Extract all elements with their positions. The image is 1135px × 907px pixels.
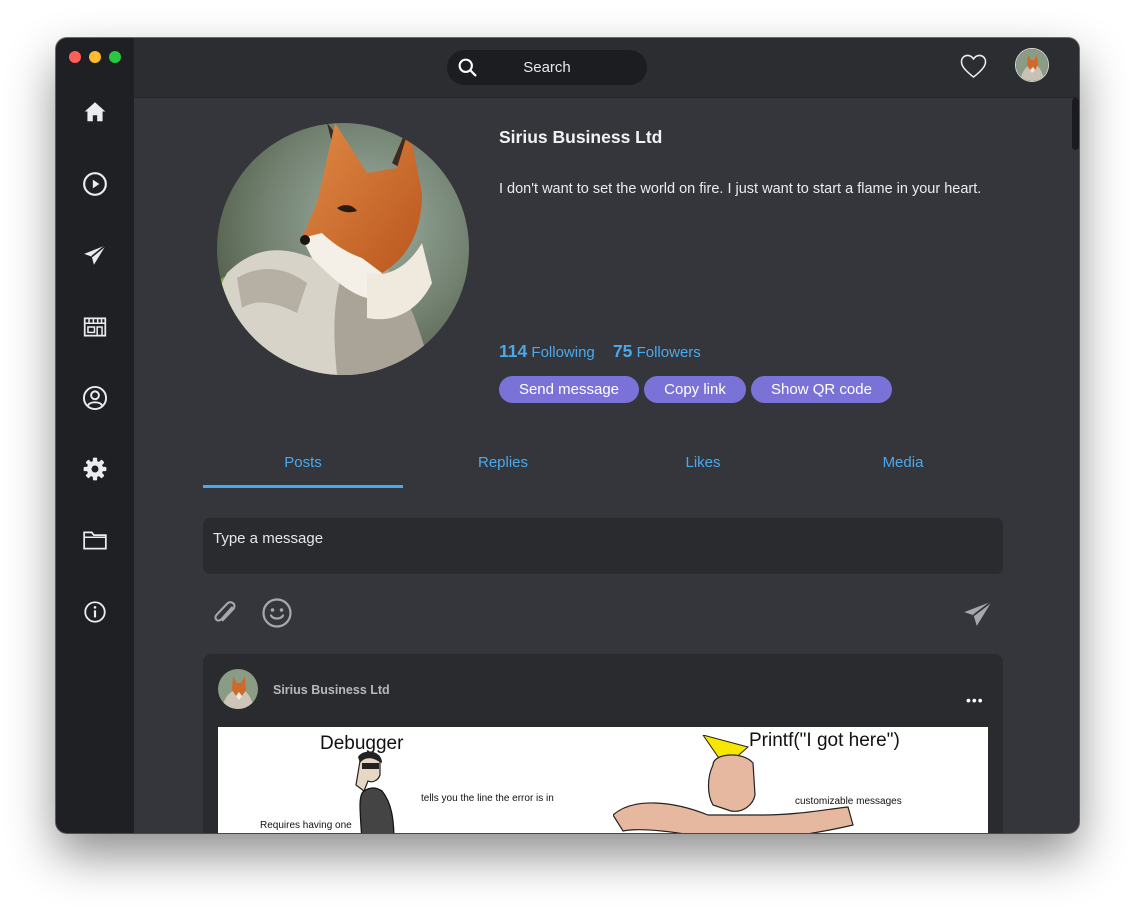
sidebar-item-files[interactable] — [80, 525, 110, 555]
home-icon — [84, 102, 106, 122]
post-author-name[interactable]: Sirius Business Ltd — [273, 683, 390, 697]
profile-name: Sirius Business Ltd — [499, 127, 663, 147]
paperclip-icon[interactable] — [211, 596, 239, 626]
tab-posts[interactable]: Posts — [203, 450, 403, 488]
close-window-button[interactable] — [69, 51, 81, 63]
tab-replies[interactable]: Replies — [403, 450, 603, 488]
scrollbar-thumb[interactable] — [1072, 98, 1079, 150]
copy-link-button[interactable]: Copy link — [644, 376, 746, 403]
meme-printf-figure — [613, 735, 854, 833]
top-bar: Search — [134, 38, 1079, 98]
sidebar-item-store[interactable] — [80, 312, 110, 342]
profile-picture — [217, 123, 469, 375]
sidebar — [56, 38, 134, 833]
sidebar-item-settings[interactable] — [80, 454, 110, 484]
post-image: Debugger Printf("I got here") tells you … — [218, 727, 988, 833]
tab-likes[interactable]: Likes — [603, 450, 803, 488]
followers-label[interactable]: Followers — [637, 344, 701, 361]
post-card: Sirius Business Ltd ••• Debugger Printf(… — [203, 654, 1003, 833]
info-icon — [84, 601, 106, 623]
message-composer[interactable]: Type a message — [203, 518, 1003, 574]
folder-icon — [83, 531, 107, 550]
following-label[interactable]: Following — [531, 344, 594, 361]
tab-media[interactable]: Media — [803, 450, 1003, 488]
paper-plane-icon — [84, 244, 107, 265]
store-icon — [83, 317, 107, 337]
fox-avatar-image — [218, 669, 258, 709]
zoom-window-button[interactable] — [109, 51, 121, 63]
post-more-options-icon[interactable]: ••• — [966, 692, 984, 708]
profile-stats: 114 Following 75 Followers — [499, 341, 701, 362]
search-bar[interactable]: Search — [447, 50, 647, 85]
active-tab-indicator — [203, 485, 403, 488]
sidebar-item-videos[interactable] — [80, 169, 110, 199]
send-icon[interactable] — [962, 599, 994, 629]
gear-icon — [83, 457, 107, 481]
emoji-icon[interactable] — [261, 597, 293, 629]
meme-debugger-figure — [355, 751, 395, 833]
sidebar-item-profile[interactable] — [80, 383, 110, 413]
search-label: Search — [523, 59, 571, 76]
fox-avatar-image — [1016, 49, 1048, 81]
followers-count[interactable]: 75 — [613, 341, 632, 361]
user-circle-icon — [82, 385, 108, 411]
post-author-avatar[interactable] — [218, 669, 258, 709]
minimize-window-button[interactable] — [89, 51, 101, 63]
sidebar-item-home[interactable] — [80, 97, 110, 127]
heart-icon[interactable] — [960, 54, 987, 79]
app-window: Search Sirius Business Ltd I don't want … — [56, 38, 1079, 833]
message-input-placeholder: Type a message — [213, 530, 324, 547]
play-circle-icon — [83, 172, 107, 196]
profile-bio: I don't want to set the world on fire. I… — [499, 181, 982, 197]
sidebar-item-about[interactable] — [80, 597, 110, 627]
send-message-button[interactable]: Send message — [499, 376, 639, 403]
fox-image — [217, 123, 469, 375]
meme-left-caption-1: tells you the line the error is in — [421, 793, 554, 804]
profile-tabs: Posts Replies Likes Media — [203, 450, 1003, 488]
sidebar-item-messages[interactable] — [80, 240, 110, 270]
show-qr-code-button[interactable]: Show QR code — [751, 376, 892, 403]
following-count[interactable]: 114 — [499, 341, 527, 361]
user-avatar[interactable] — [1015, 48, 1049, 82]
